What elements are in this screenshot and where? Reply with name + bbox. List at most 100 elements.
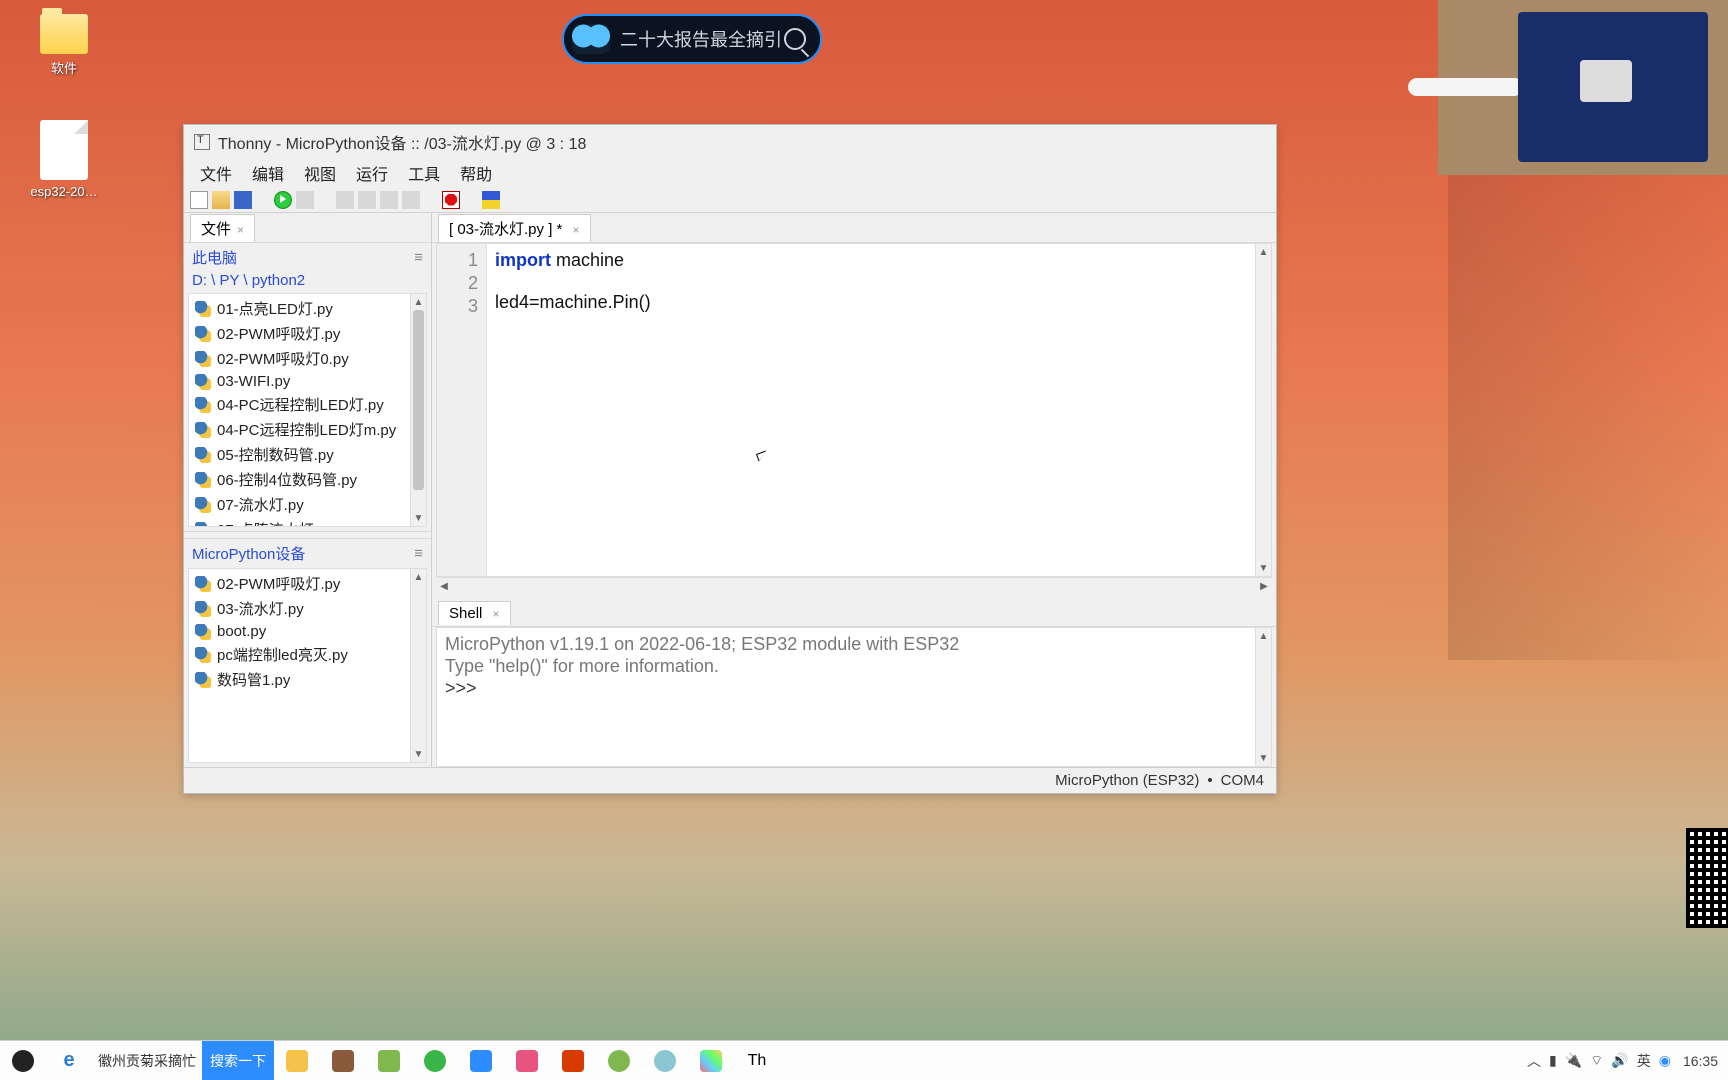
scroll-down-icon[interactable]: ▼ bbox=[411, 510, 426, 526]
file-item[interactable]: 03-流水灯.py bbox=[189, 596, 426, 621]
toolbar-flag-icon[interactable] bbox=[482, 191, 500, 209]
scroll-down-icon[interactable]: ▼ bbox=[1256, 750, 1271, 766]
status-port[interactable]: COM4 bbox=[1221, 772, 1264, 789]
scroll-down-icon[interactable]: ▼ bbox=[1256, 560, 1271, 576]
scrollbar-horizontal[interactable]: ◀ ▶ bbox=[436, 577, 1272, 593]
file-item[interactable]: 03-WIFI.py bbox=[189, 371, 426, 392]
scroll-right-icon[interactable]: ▶ bbox=[1256, 578, 1272, 594]
device-panel-title[interactable]: MicroPython设备 bbox=[192, 543, 305, 564]
menu-tools[interactable]: 工具 bbox=[398, 159, 450, 187]
taskbar-browser-icon[interactable] bbox=[596, 1041, 642, 1080]
toolbar-save-icon[interactable] bbox=[234, 191, 252, 209]
file-item[interactable]: 06-控制4位数码管.py bbox=[189, 467, 426, 492]
toolbar-step-out-icon[interactable] bbox=[380, 191, 398, 209]
python-file-icon bbox=[195, 497, 211, 513]
file-item[interactable]: 02-PWM呼吸灯0.py bbox=[189, 346, 426, 371]
desktop-search-widget[interactable]: 二十大报告最全摘引 bbox=[562, 14, 822, 64]
status-separator: • bbox=[1199, 772, 1220, 789]
taskbar-ie-icon[interactable]: e bbox=[46, 1041, 92, 1080]
tray-volume-icon[interactable]: 🔊 bbox=[1611, 1052, 1628, 1069]
taskbar-app-icon[interactable] bbox=[642, 1041, 688, 1080]
file-item[interactable]: boot.py bbox=[189, 621, 426, 642]
file-item[interactable]: 01-点亮LED灯.py bbox=[189, 296, 426, 321]
scrollbar-thumb[interactable] bbox=[413, 310, 424, 490]
menu-help[interactable]: 帮助 bbox=[450, 159, 502, 187]
file-item[interactable]: 05-控制数码管.py bbox=[189, 442, 426, 467]
python-file-icon bbox=[195, 351, 211, 367]
scrollbar-vertical[interactable]: ▲ ▼ bbox=[410, 294, 426, 526]
tray-power-icon[interactable]: 🔌 bbox=[1565, 1052, 1582, 1069]
desktop-icon-folder[interactable]: 软件 bbox=[24, 14, 104, 77]
taskbar-app-icon[interactable] bbox=[458, 1041, 504, 1080]
taskbar-app-icon[interactable] bbox=[504, 1041, 550, 1080]
scroll-up-icon[interactable]: ▲ bbox=[1256, 628, 1271, 644]
menu-edit[interactable]: 编辑 bbox=[242, 159, 294, 187]
toolbar-run-icon[interactable] bbox=[274, 191, 292, 209]
toolbar-new-icon[interactable] bbox=[190, 191, 208, 209]
folder-icon bbox=[40, 14, 88, 54]
code-editor[interactable]: 1 2 3 import machine led4=machine.Pin() … bbox=[436, 243, 1272, 577]
taskbar-app-icon[interactable] bbox=[320, 1041, 366, 1080]
taskbar-wechat-icon[interactable] bbox=[412, 1041, 458, 1080]
scrollbar-vertical[interactable]: ▲ ▼ bbox=[1255, 628, 1271, 766]
taskbar-explorer-icon[interactable] bbox=[274, 1041, 320, 1080]
scroll-up-icon[interactable]: ▲ bbox=[1256, 244, 1271, 260]
toolbar-step-over-icon[interactable] bbox=[336, 191, 354, 209]
taskbar-app-icon[interactable] bbox=[366, 1041, 412, 1080]
file-item[interactable]: 04-PC远程控制LED灯.py bbox=[189, 392, 426, 417]
close-icon[interactable]: × bbox=[493, 607, 500, 621]
menu-run[interactable]: 运行 bbox=[346, 159, 398, 187]
window-titlebar[interactable]: Thonny - MicroPython设备 :: /03-流水灯.py @ 3… bbox=[184, 125, 1276, 159]
tray-clock[interactable]: 16:35 bbox=[1679, 1053, 1722, 1069]
toolbar-resume-icon[interactable] bbox=[402, 191, 420, 209]
toolbar-open-icon[interactable] bbox=[212, 191, 230, 209]
editor-tab[interactable]: [ 03-流水灯.py ] * × bbox=[438, 214, 591, 242]
panel-splitter[interactable] bbox=[184, 531, 431, 539]
scroll-up-icon[interactable]: ▲ bbox=[411, 294, 426, 310]
toolbar-step-into-icon[interactable] bbox=[358, 191, 376, 209]
file-item[interactable]: 07-点阵流水灯.py bbox=[189, 517, 426, 527]
scroll-up-icon[interactable]: ▲ bbox=[411, 569, 426, 585]
local-panel-path[interactable]: D: \ PY \ python2 bbox=[184, 272, 431, 293]
taskbar-thonny-icon[interactable]: Th bbox=[734, 1041, 780, 1080]
tray-ime-icon[interactable]: 英 bbox=[1637, 1051, 1651, 1071]
shell-tab[interactable]: Shell × bbox=[438, 601, 511, 625]
toolbar-debug-icon[interactable] bbox=[296, 191, 314, 209]
file-item[interactable]: pc端控制led亮灭.py bbox=[189, 642, 426, 667]
local-panel-title[interactable]: 此电脑 bbox=[192, 247, 237, 268]
scroll-down-icon[interactable]: ▼ bbox=[411, 746, 426, 762]
tray-chevron-icon[interactable]: ︿ bbox=[1527, 1051, 1541, 1071]
thonny-window: Thonny - MicroPython设备 :: /03-流水灯.py @ 3… bbox=[183, 124, 1277, 794]
toolbar-stop-icon[interactable] bbox=[442, 191, 460, 209]
scroll-left-icon[interactable]: ◀ bbox=[436, 578, 452, 594]
local-file-list: 01-点亮LED灯.py02-PWM呼吸灯.py02-PWM呼吸灯0.py 03-… bbox=[188, 293, 427, 527]
taskbar-search-button[interactable]: 搜索一下 bbox=[202, 1041, 274, 1080]
taskbar-news-text[interactable]: 徽州贡菊采摘忙 bbox=[92, 1051, 202, 1071]
taskbar-office-icon[interactable] bbox=[550, 1041, 596, 1080]
file-item[interactable]: 数码管1.py bbox=[189, 667, 426, 692]
file-item[interactable]: 02-PWM呼吸灯.py bbox=[189, 321, 426, 346]
file-name: 03-WIFI.py bbox=[217, 373, 290, 390]
menu-view[interactable]: 视图 bbox=[294, 159, 346, 187]
file-item[interactable]: 07-流水灯.py bbox=[189, 492, 426, 517]
status-device[interactable]: MicroPython (ESP32) bbox=[1055, 772, 1199, 789]
file-item[interactable]: 04-PC远程控制LED灯m.py bbox=[189, 417, 426, 442]
desktop-icon-textfile[interactable]: esp32-20… bbox=[24, 120, 104, 199]
tray-battery-icon[interactable]: ▮ bbox=[1549, 1052, 1557, 1069]
scrollbar-vertical[interactable]: ▲ ▼ bbox=[410, 569, 426, 762]
file-item[interactable]: 02-PWM呼吸灯.py bbox=[189, 571, 426, 596]
close-icon[interactable]: × bbox=[573, 223, 580, 237]
file-name: 02-PWM呼吸灯0.py bbox=[217, 348, 349, 369]
side-tab-files[interactable]: 文件× bbox=[190, 214, 255, 242]
tray-wifi-icon[interactable]: ⌔ bbox=[1590, 1052, 1603, 1070]
shell-output[interactable]: MicroPython v1.19.1 on 2022-06-18; ESP32… bbox=[436, 627, 1272, 767]
taskbar-app-icon[interactable] bbox=[688, 1041, 734, 1080]
tray-app-icon[interactable]: ◉ bbox=[1659, 1052, 1671, 1069]
panel-menu-icon[interactable]: ≡ bbox=[414, 545, 423, 562]
close-icon[interactable]: × bbox=[237, 223, 244, 237]
scrollbar-vertical[interactable]: ▲ ▼ bbox=[1255, 244, 1271, 576]
taskbar-start-icon[interactable] bbox=[0, 1041, 46, 1080]
code-content[interactable]: import machine led4=machine.Pin() bbox=[487, 244, 1271, 576]
panel-menu-icon[interactable]: ≡ bbox=[414, 249, 423, 266]
menu-file[interactable]: 文件 bbox=[190, 159, 242, 187]
